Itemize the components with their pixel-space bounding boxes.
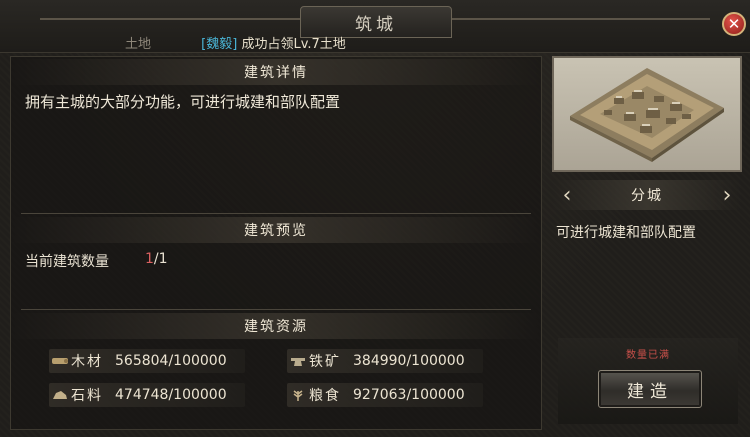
resource-name: 石料 xyxy=(71,388,103,404)
resource-value: 565804/100000 xyxy=(115,353,227,369)
resource-name: 粮食 xyxy=(309,388,341,404)
limit-reached-text: 数量已满 xyxy=(626,350,670,361)
title-ribbon-left xyxy=(40,18,300,20)
dialog-title: 筑城 xyxy=(355,14,397,35)
iron-icon xyxy=(287,355,309,367)
building-short-description: 可进行城建和部队配置 xyxy=(556,225,696,241)
chevron-left-icon: ‹ xyxy=(562,182,572,208)
next-building-button[interactable]: › xyxy=(718,182,736,208)
building-thumbnail xyxy=(552,56,742,172)
chevron-right-icon: › xyxy=(722,182,732,208)
stone-icon xyxy=(49,389,71,401)
resource-stone: 石料 474748/100000 xyxy=(49,383,245,407)
title-ribbon-right xyxy=(450,18,710,20)
preview-heading: 建筑预览 xyxy=(11,217,541,243)
owner-message: 成功占领Lv.7土地 xyxy=(241,37,346,52)
build-area: 数量已满 建造 xyxy=(558,338,738,424)
title-bar: 筑城 ✕ 土地 [魏毅] 成功占领Lv.7土地 xyxy=(0,0,750,53)
owner-faction[interactable]: [魏毅] xyxy=(201,37,237,52)
close-button[interactable]: ✕ xyxy=(722,12,746,36)
previous-building-button[interactable]: ‹ xyxy=(558,182,576,208)
resource-name: 铁矿 xyxy=(309,354,341,370)
build-button[interactable]: 建造 xyxy=(598,370,702,408)
wood-icon xyxy=(49,356,71,366)
close-icon: ✕ xyxy=(727,15,741,33)
building-name: 分城 xyxy=(631,188,663,204)
resource-name: 木材 xyxy=(71,354,103,370)
divider xyxy=(21,213,531,214)
details-heading: 建筑详情 xyxy=(11,59,541,85)
building-description: 拥有主城的大部分功能，可进行城建和部队配置 xyxy=(25,93,341,111)
divider xyxy=(21,309,531,310)
building-count-max: 1 xyxy=(158,251,168,267)
resource-value: 384990/100000 xyxy=(353,353,465,369)
building-count-current: 1 xyxy=(145,251,154,267)
grain-icon xyxy=(287,388,309,402)
resource-wood: 木材 565804/100000 xyxy=(49,349,245,373)
resource-iron: 铁矿 384990/100000 xyxy=(287,349,483,373)
resource-grain: 粮食 927063/100000 xyxy=(287,383,483,407)
building-selector: ‹ 分城 › xyxy=(552,180,742,210)
owner-info: 土地 [魏毅] 成功占领Lv.7土地 xyxy=(125,33,346,52)
resource-value: 474748/100000 xyxy=(115,387,227,403)
building-count-label: 当前建筑数量 xyxy=(25,254,109,270)
resources-heading: 建筑资源 xyxy=(11,313,541,339)
building-side-panel: ‹ 分城 › 可进行城建和部队配置 数量已满 建造 xyxy=(552,56,742,428)
building-count: 1/1 xyxy=(145,251,168,267)
land-label: 土地 xyxy=(125,37,152,52)
info-panel: 建筑详情 拥有主城的大部分功能，可进行城建和部队配置 建筑预览 当前建筑数量 1… xyxy=(10,56,542,430)
resource-value: 927063/100000 xyxy=(353,387,465,403)
building-dialog: 筑城 ✕ 土地 [魏毅] 成功占领Lv.7土地 建筑详情 拥有主城的大部分功能，… xyxy=(0,0,750,437)
